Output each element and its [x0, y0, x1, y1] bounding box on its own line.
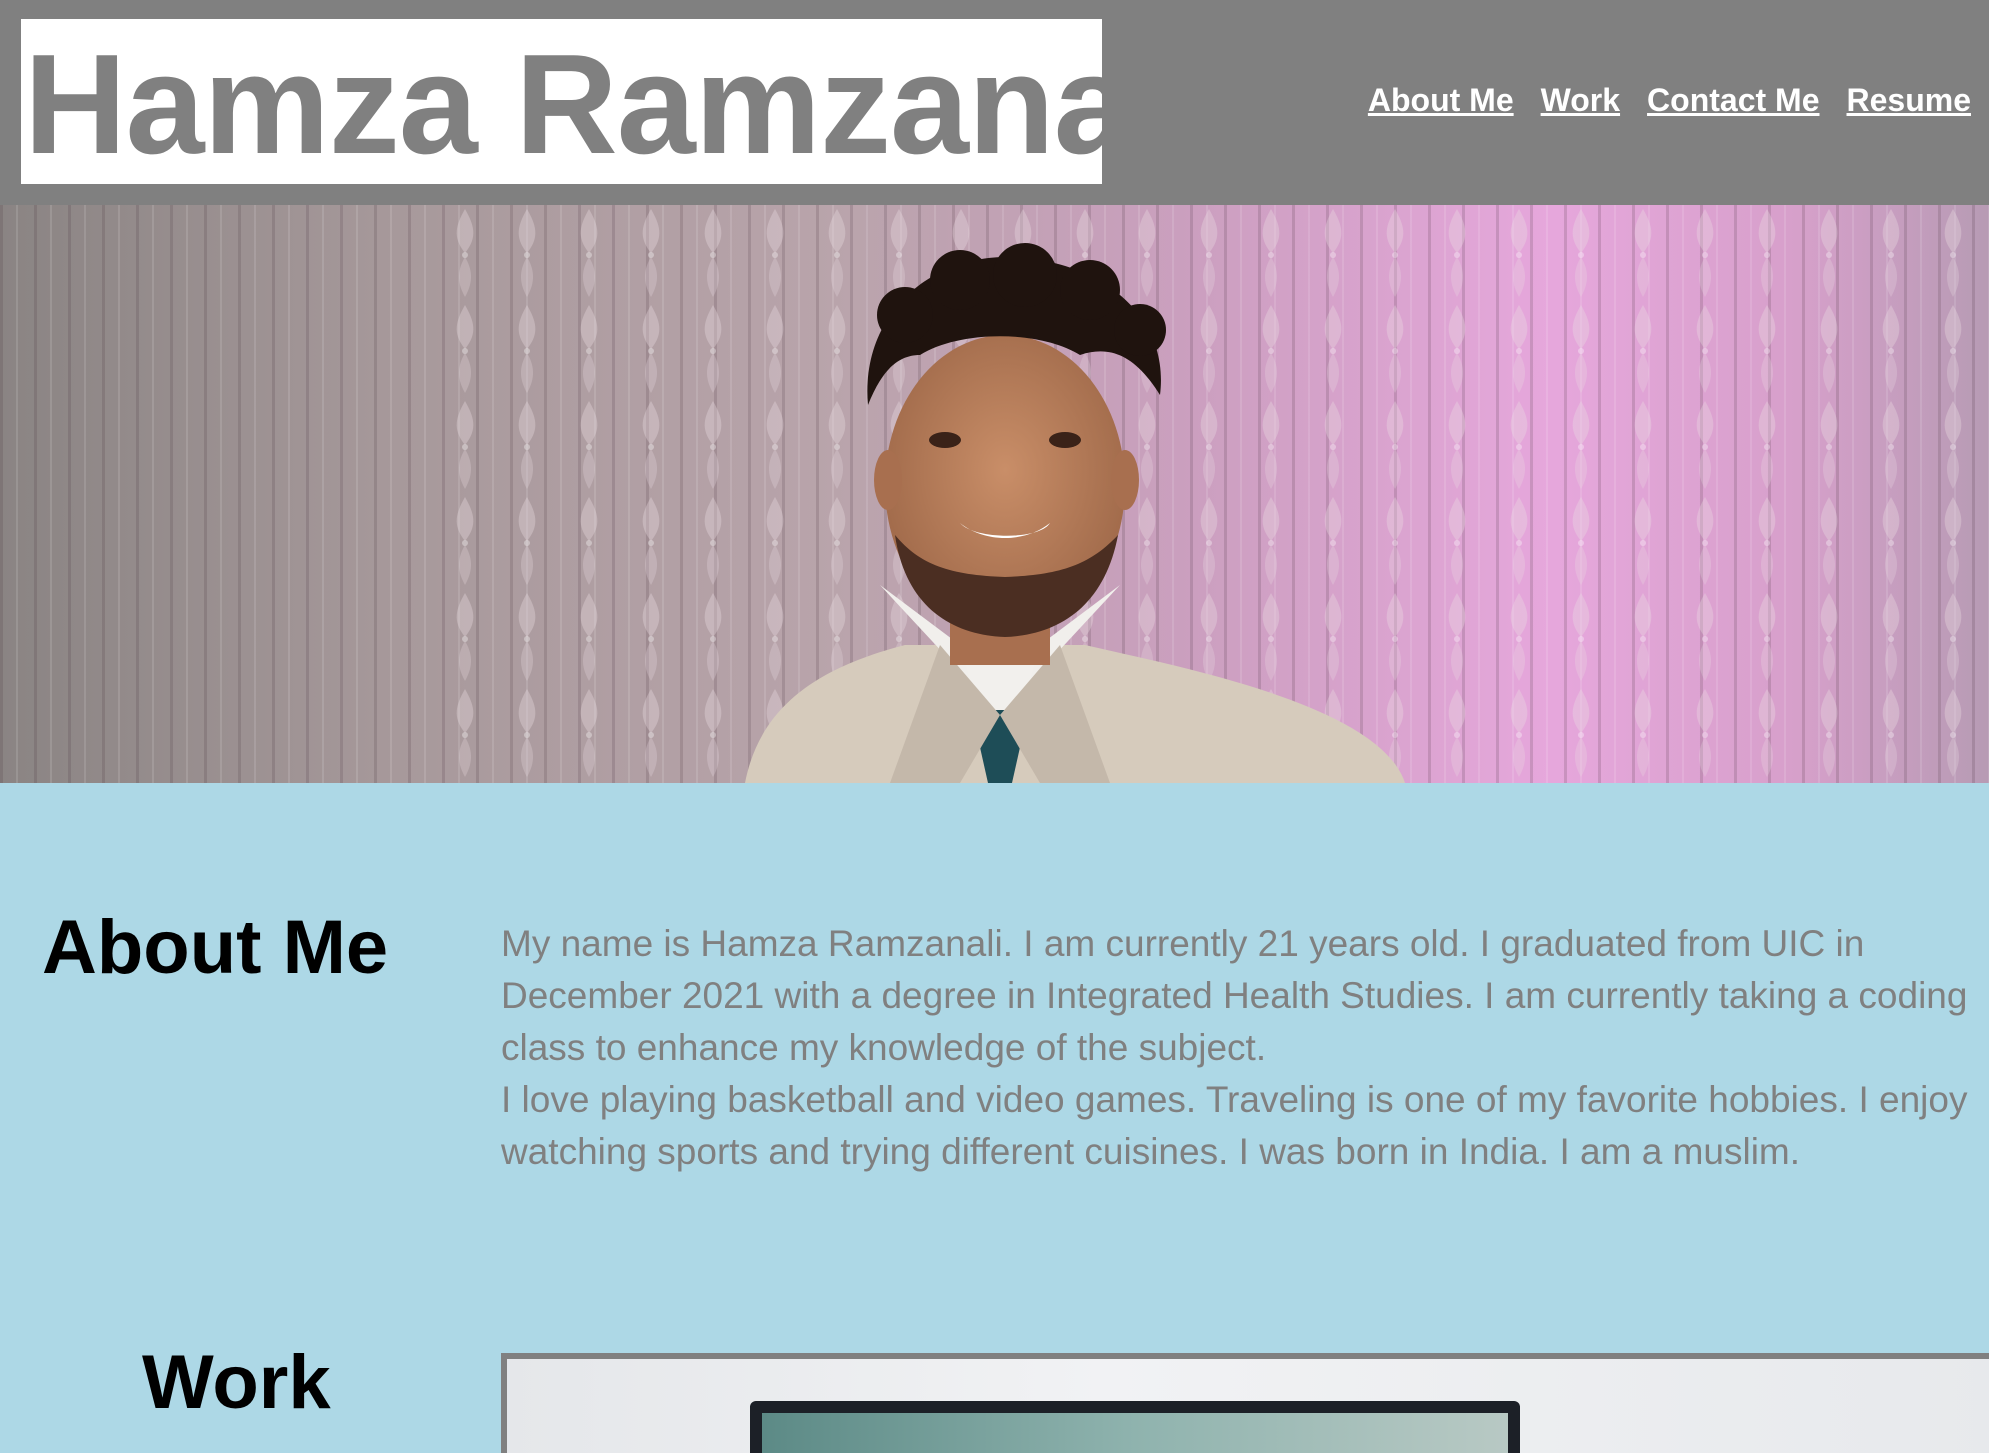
work-heading: Work: [142, 1340, 331, 1425]
monitor-screen: [762, 1413, 1508, 1453]
hero-image: [0, 205, 1989, 783]
work-project-image: [750, 1401, 1520, 1453]
site-logo-text: Hamza Ramzanali: [24, 25, 1102, 184]
about-paragraph-2: I love playing basketball and video game…: [501, 1079, 1968, 1172]
about-paragraph-1: My name is Hamza Ramzanali. I am current…: [501, 923, 1968, 1068]
nav-link-about-me[interactable]: About Me: [1368, 82, 1514, 119]
about-me-heading: About Me: [42, 905, 389, 990]
nav-link-resume[interactable]: Resume: [1847, 82, 1972, 119]
nav-link-work[interactable]: Work: [1541, 82, 1620, 119]
main-nav: About Me Work Contact Me Resume: [1341, 82, 1971, 119]
hero-photo: [0, 205, 1989, 783]
work-project-card[interactable]: [501, 1353, 1989, 1453]
about-me-text: My name is Hamza Ramzanali. I am current…: [501, 918, 1983, 1178]
site-logo[interactable]: Hamza Ramzanali: [21, 19, 1102, 184]
nav-link-contact-me[interactable]: Contact Me: [1647, 82, 1819, 119]
site-header: Hamza Ramzanali About Me Work Contact Me…: [0, 0, 1989, 205]
